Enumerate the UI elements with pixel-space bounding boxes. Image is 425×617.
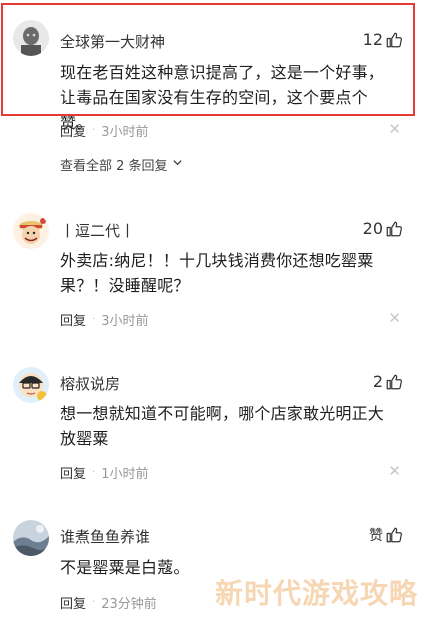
avatar[interactable] xyxy=(13,520,49,556)
chevron-down-icon xyxy=(172,157,183,172)
reply-button[interactable]: 回复 xyxy=(60,121,86,140)
timestamp: 1小时前 xyxy=(101,467,149,482)
thumbs-up-icon xyxy=(385,220,403,238)
close-icon[interactable]: ✕ xyxy=(388,464,401,479)
comment-meta: 回复 · 1小时前 xyxy=(60,463,148,482)
like-button[interactable]: 20 xyxy=(363,219,403,238)
reply-button[interactable]: 回复 xyxy=(60,463,86,482)
like-button[interactable]: 赞 xyxy=(369,525,403,545)
close-icon[interactable]: ✕ xyxy=(388,311,401,326)
view-all-replies-button[interactable]: 查看全部 2 条回复 xyxy=(60,155,183,174)
comment-meta: 回复 · 3小时前 xyxy=(60,310,148,329)
avatar[interactable] xyxy=(13,20,49,56)
like-count: 12 xyxy=(362,30,383,49)
separator-dot: · xyxy=(92,467,96,478)
thumbs-up-icon xyxy=(385,31,403,49)
thumbs-up-icon xyxy=(385,373,403,391)
username[interactable]: 榕叔说房 xyxy=(60,373,120,394)
avatar[interactable] xyxy=(13,367,49,403)
reply-button[interactable]: 回复 xyxy=(60,310,86,329)
like-count: 20 xyxy=(362,219,383,238)
comment-meta: 回复 · 3小时前 xyxy=(60,121,148,140)
comment-text: 想一想就知道不可能啊，哪个店家敢光明正大放罂粟 xyxy=(60,404,385,448)
username[interactable]: 谁煮鱼鱼养谁 xyxy=(60,526,150,547)
separator-dot: · xyxy=(92,314,96,325)
like-count: 赞 xyxy=(369,528,383,544)
timestamp: 23分钟前 xyxy=(101,597,157,612)
comment-text: 外卖店:纳尼！！十几块钱消费你还想吃罂粟果？！没睡醒呢？ xyxy=(60,251,374,295)
comment-meta: 回复 · 23分钟前 xyxy=(60,593,157,612)
watermark: 新时代游戏攻略 xyxy=(215,577,419,610)
username[interactable]: 全球第一大财神 xyxy=(60,31,165,52)
thumbs-up-icon xyxy=(385,526,403,544)
like-button[interactable]: 12 xyxy=(363,30,403,49)
view-all-label: 查看全部 2 条回复 xyxy=(60,159,168,174)
timestamp: 3小时前 xyxy=(101,125,149,140)
close-icon[interactable]: ✕ xyxy=(388,122,401,137)
separator-dot: · xyxy=(92,597,96,608)
like-count: 2 xyxy=(372,372,383,391)
reply-button[interactable]: 回复 xyxy=(60,593,86,612)
timestamp: 3小时前 xyxy=(101,314,149,329)
separator-dot: · xyxy=(92,125,96,136)
avatar[interactable] xyxy=(13,213,49,249)
like-button[interactable]: 2 xyxy=(373,372,403,391)
username[interactable]: 丨逗二代丨 xyxy=(60,220,135,241)
